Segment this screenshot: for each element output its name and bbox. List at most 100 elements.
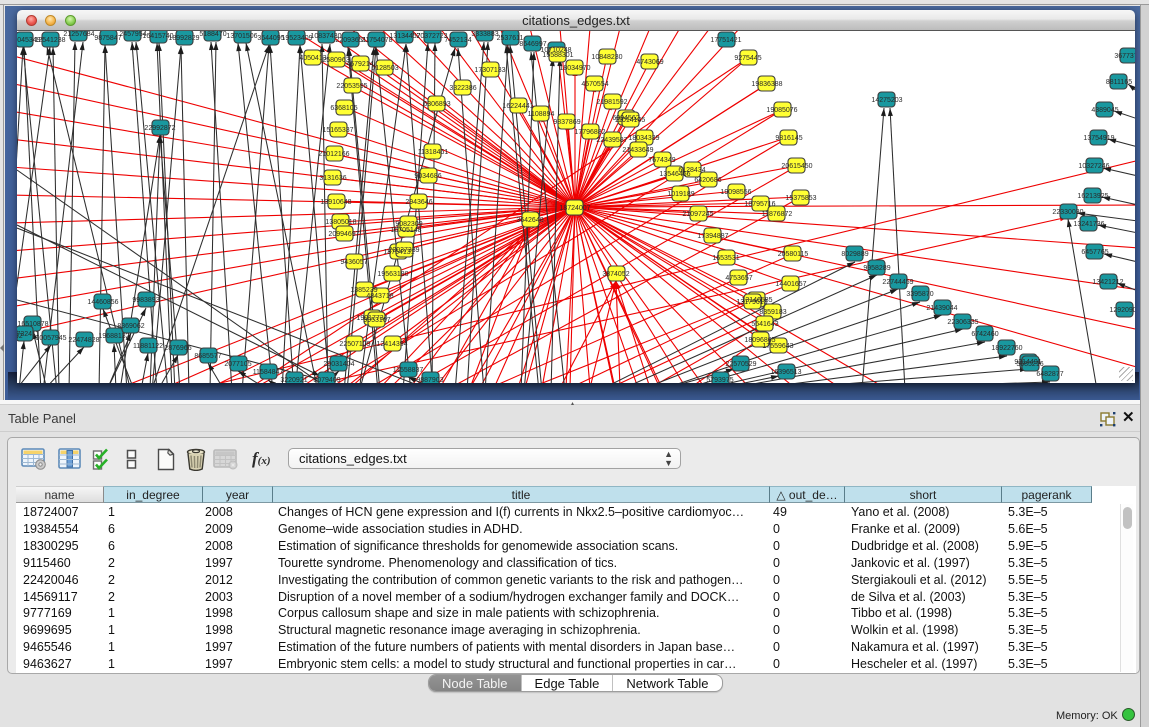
svg-text:8079409: 8079409 bbox=[313, 377, 340, 383]
svg-text:19688132: 19688132 bbox=[98, 333, 129, 340]
svg-text:22570529: 22570529 bbox=[725, 361, 756, 368]
svg-text:9953167: 9953167 bbox=[363, 317, 390, 324]
svg-text:13546466: 13546466 bbox=[659, 171, 690, 178]
svg-text:6742460: 6742460 bbox=[971, 331, 998, 338]
svg-text:17559643: 17559643 bbox=[762, 343, 793, 350]
svg-text:20615450: 20615450 bbox=[781, 163, 812, 170]
svg-text:6306893: 6306893 bbox=[423, 101, 450, 108]
svg-text:9837869: 9837869 bbox=[553, 119, 580, 126]
svg-text:20037339: 20037339 bbox=[388, 247, 419, 254]
svg-text:6457765: 6457765 bbox=[1081, 249, 1108, 256]
svg-text:8134562: 8134562 bbox=[17, 333, 23, 340]
svg-text:21439044: 21439044 bbox=[926, 305, 957, 312]
svg-text:1108894: 1108894 bbox=[528, 111, 555, 118]
svg-text:11584847: 11584847 bbox=[253, 369, 284, 376]
svg-text:6368105: 6368105 bbox=[330, 105, 357, 112]
svg-text:3322386: 3322386 bbox=[449, 85, 476, 92]
svg-text:14401657: 14401657 bbox=[775, 281, 806, 288]
svg-text:16213925: 16213925 bbox=[1077, 193, 1108, 200]
svg-text:17307133: 17307133 bbox=[474, 67, 505, 74]
svg-text:13754919: 13754919 bbox=[1083, 135, 1114, 142]
svg-text:9887903: 9887903 bbox=[416, 377, 443, 383]
svg-text:3333883: 3333883 bbox=[471, 31, 498, 38]
svg-text:2077105: 2077105 bbox=[224, 361, 251, 368]
svg-text:9034686: 9034686 bbox=[414, 173, 441, 180]
svg-text:9436057: 9436057 bbox=[340, 259, 367, 266]
svg-text:20994697: 20994697 bbox=[328, 231, 359, 238]
svg-text:3131636: 3131636 bbox=[319, 175, 346, 182]
svg-text:7674349: 7674349 bbox=[648, 157, 675, 164]
svg-text:9082309: 9082309 bbox=[395, 221, 422, 228]
svg-text:15588301: 15588301 bbox=[542, 52, 573, 59]
svg-text:22474828: 22474828 bbox=[68, 337, 99, 344]
svg-text:11014145: 11014145 bbox=[615, 117, 646, 124]
svg-text:19098556: 19098556 bbox=[720, 189, 751, 196]
svg-text:16396513: 16396513 bbox=[770, 369, 801, 376]
svg-text:10848230: 10848230 bbox=[591, 54, 622, 61]
svg-text:8811165: 8811165 bbox=[1106, 79, 1132, 86]
svg-text:15165337: 15165337 bbox=[322, 127, 353, 134]
svg-text:9983893: 9983893 bbox=[132, 297, 159, 304]
svg-text:18034970: 18034970 bbox=[559, 65, 590, 72]
svg-text:17751421: 17751421 bbox=[710, 37, 741, 44]
svg-text:12920906: 12920906 bbox=[1109, 307, 1135, 314]
svg-text:8359183: 8359183 bbox=[759, 309, 786, 316]
svg-text:3677374: 3677374 bbox=[1114, 53, 1135, 60]
svg-text:13910648: 13910648 bbox=[320, 199, 351, 206]
svg-text:13179613: 13179613 bbox=[736, 299, 767, 306]
svg-text:19085076: 19085076 bbox=[766, 107, 797, 114]
svg-text:3642648: 3642648 bbox=[516, 217, 543, 224]
svg-text:3395870: 3395870 bbox=[906, 291, 933, 298]
svg-text:16510878: 16510878 bbox=[17, 321, 48, 328]
svg-text:12414394: 12414394 bbox=[376, 341, 407, 348]
svg-text:6128503: 6128503 bbox=[371, 65, 398, 72]
svg-text:13421212: 13421212 bbox=[1092, 279, 1123, 286]
svg-text:12541238: 12541238 bbox=[34, 37, 65, 44]
svg-text:21012166: 21012166 bbox=[318, 151, 349, 158]
svg-text:8369062: 8369062 bbox=[117, 323, 144, 330]
svg-text:16224441: 16224441 bbox=[502, 103, 533, 110]
svg-text:9875847: 9875847 bbox=[94, 35, 121, 42]
svg-text:13241736: 13241736 bbox=[1073, 221, 1104, 228]
svg-text:18922760: 18922760 bbox=[991, 345, 1022, 352]
svg-text:14275203: 14275203 bbox=[871, 97, 902, 104]
svg-text:7452134: 7452134 bbox=[444, 37, 471, 44]
svg-text:2943646: 2943646 bbox=[405, 199, 432, 206]
svg-text:5685216: 5685216 bbox=[1016, 361, 1043, 368]
svg-text:21754078: 21754078 bbox=[361, 37, 392, 44]
svg-text:1019189: 1019189 bbox=[667, 191, 694, 198]
svg-text:18034339: 18034339 bbox=[628, 135, 659, 142]
svg-text:15375853: 15375853 bbox=[785, 195, 816, 202]
svg-text:4389045: 4389045 bbox=[1091, 107, 1118, 114]
svg-text:22053595: 22053595 bbox=[336, 83, 367, 90]
svg-text:4679214: 4679214 bbox=[346, 61, 373, 68]
svg-text:9958289: 9958289 bbox=[863, 265, 890, 272]
svg-text:17796882: 17796882 bbox=[574, 129, 605, 136]
svg-text:22507109: 22507109 bbox=[339, 341, 370, 348]
svg-text:4843718: 4843718 bbox=[366, 293, 393, 300]
svg-text:22439587: 22439587 bbox=[596, 137, 627, 144]
svg-text:20372723: 20372723 bbox=[416, 33, 447, 40]
svg-text:4570554: 4570554 bbox=[581, 81, 608, 88]
svg-text:21097245: 21097245 bbox=[682, 211, 713, 218]
svg-text:5188470: 5188470 bbox=[199, 31, 226, 38]
svg-text:20580115: 20580115 bbox=[778, 251, 809, 258]
svg-text:11876872: 11876872 bbox=[762, 211, 793, 218]
svg-text:3220921: 3220921 bbox=[280, 377, 307, 383]
svg-text:4743069: 4743069 bbox=[636, 59, 663, 66]
svg-text:19563180: 19563180 bbox=[377, 271, 408, 278]
svg-text:13805018: 13805018 bbox=[325, 219, 356, 226]
svg-text:5641643: 5641643 bbox=[751, 321, 778, 328]
svg-text:3874052: 3874052 bbox=[602, 271, 629, 278]
svg-text:13701506: 13701506 bbox=[226, 33, 257, 40]
svg-text:19836388: 19836388 bbox=[751, 81, 782, 88]
svg-text:16705148: 16705148 bbox=[390, 227, 421, 234]
svg-text:22744459: 22744459 bbox=[882, 279, 913, 286]
svg-text:10327246: 10327246 bbox=[1078, 163, 1109, 170]
svg-text:5793975: 5793975 bbox=[706, 377, 733, 383]
svg-text:21257684: 21257684 bbox=[63, 31, 94, 38]
svg-text:20031404: 20031404 bbox=[323, 361, 354, 368]
svg-text:17394887: 17394887 bbox=[697, 233, 728, 240]
svg-text:18992829: 18992829 bbox=[168, 35, 199, 42]
svg-text:22306335: 22306335 bbox=[947, 319, 978, 326]
